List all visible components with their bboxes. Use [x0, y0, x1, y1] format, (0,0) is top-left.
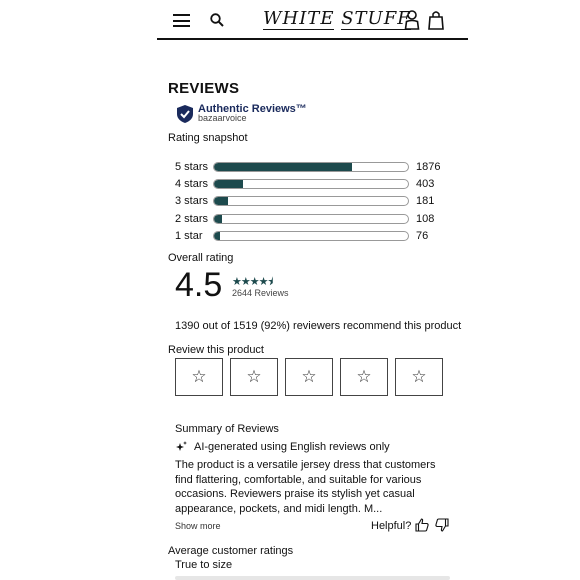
true-to-size-slider: [175, 576, 450, 580]
thumbs-up-icon[interactable]: [415, 518, 429, 532]
true-to-size-label: True to size: [175, 559, 233, 571]
histogram-bar-fill: [214, 163, 352, 171]
histogram-bar-track: [213, 162, 409, 172]
histogram-bar-track: [213, 214, 409, 224]
rate-1-star-button[interactable]: ☆: [175, 358, 223, 396]
logo-text-stuff: STUFF: [341, 8, 411, 30]
rate-3-star-button[interactable]: ☆: [285, 358, 333, 396]
logo-text-white: WHITE: [263, 8, 335, 30]
sparkle-icon: [176, 441, 187, 451]
show-more-link[interactable]: Show more: [175, 521, 221, 531]
ai-note: AI-generated using English reviews only: [175, 441, 390, 453]
badge-subtitle: bazaarvoice: [198, 113, 247, 123]
review-count: 2644 Reviews: [232, 288, 289, 298]
rate-4-star-button[interactable]: ☆: [340, 358, 388, 396]
search-icon[interactable]: [210, 13, 224, 27]
site-header: WHITE STUFF: [157, 0, 468, 40]
histogram-count: 181: [416, 195, 435, 207]
reviews-heading: REVIEWS: [168, 80, 240, 97]
histogram-row[interactable]: 2 stars 108: [175, 212, 445, 226]
bag-icon[interactable]: [428, 10, 444, 30]
histogram-count: 403: [416, 178, 435, 190]
summary-title: Summary of Reviews: [175, 423, 279, 435]
rate-2-star-button[interactable]: ☆: [230, 358, 278, 396]
helpful-label: Helpful?: [371, 520, 412, 532]
histogram-label: 5 stars: [175, 161, 209, 173]
histogram-row[interactable]: 1 star 76: [175, 229, 445, 243]
histogram-bar-fill: [214, 215, 222, 223]
account-icon[interactable]: [404, 10, 420, 30]
histogram-bar-fill: [214, 197, 228, 205]
histogram-row[interactable]: 4 stars 403: [175, 177, 445, 191]
review-this-product-label: Review this product: [168, 344, 264, 356]
histogram-count: 76: [416, 230, 429, 242]
summary-body: The product is a versatile jersey dress …: [175, 459, 436, 515]
average-ratings-title: Average customer ratings: [168, 545, 294, 557]
histogram-bar-track: [213, 196, 409, 206]
histogram-label: 4 stars: [175, 178, 209, 190]
rating-snapshot-label: Rating snapshot: [168, 132, 248, 144]
rate-5-star-button[interactable]: ☆: [395, 358, 443, 396]
histogram-label: 1 star: [175, 230, 203, 242]
overall-rating-label: Overall rating: [168, 252, 234, 264]
histogram-label: 2 stars: [175, 213, 209, 225]
histogram-bar-track: [213, 179, 409, 189]
ai-note-text: AI-generated using English reviews only: [194, 441, 390, 453]
histogram-count: 1876: [416, 161, 441, 173]
histogram-row[interactable]: 3 stars 181: [175, 194, 445, 208]
recommend-text: 1390 out of 1519 (92%) reviewers recomme…: [175, 320, 462, 332]
histogram-bar-fill: [214, 180, 244, 188]
histogram-bar-track: [213, 231, 409, 241]
menu-icon[interactable]: [173, 14, 190, 27]
shield-check-icon: [177, 105, 193, 123]
histogram-label: 3 stars: [175, 195, 209, 207]
overall-rating-value: 4.5: [175, 266, 223, 304]
histogram-bar-fill: [214, 232, 220, 240]
authentic-reviews-badge[interactable]: Authentic Reviews™ bazaarvoice: [176, 103, 307, 125]
histogram-count: 108: [416, 213, 435, 225]
thumbs-down-icon[interactable]: [435, 518, 449, 532]
brand-logo[interactable]: WHITE STUFF: [263, 8, 411, 30]
histogram-row[interactable]: 5 stars 1876: [175, 160, 445, 174]
